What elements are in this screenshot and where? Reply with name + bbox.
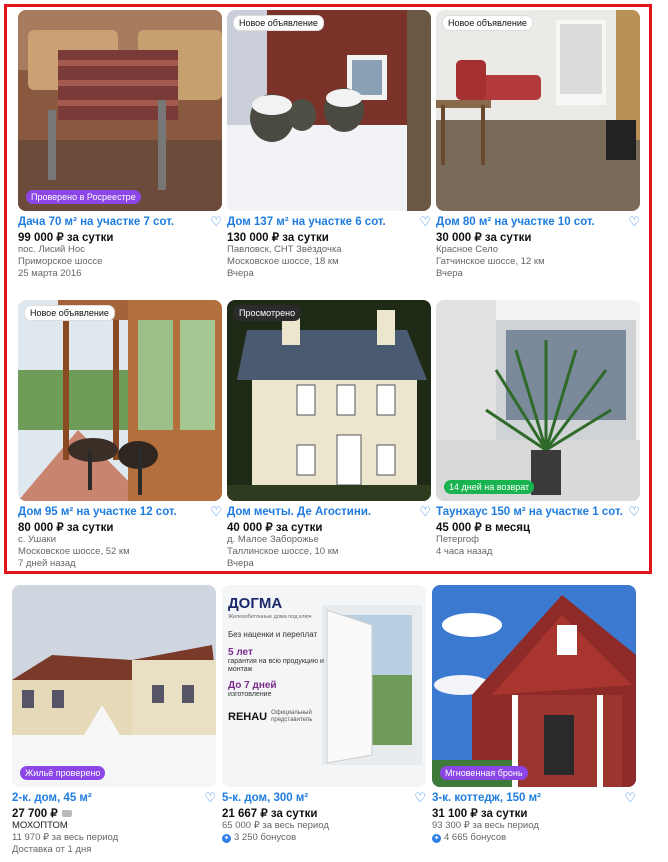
listing-date: 7 дней назад [18,558,76,569]
listing-card[interactable]: Новое объявление Дом 137 м² на участке 6… [227,10,431,280]
viewed-badge: Просмотрено [233,305,302,321]
listing-title[interactable]: Дом 137 м² на участке 6 сот. [227,216,386,228]
bonus-info: ✦ 3 250 бонусов [222,832,297,843]
favorite-heart-icon[interactable]: ♡ [204,791,216,804]
listing-price: 31 100 ₽ за сутки [432,808,528,820]
listing-card[interactable]: 14 дней на возврат Таунхаус 150 м² на уч… [436,300,640,558]
favorite-heart-icon[interactable]: ♡ [624,791,636,804]
listing-location: Петергоф [436,534,479,545]
listing-location: с. Ушаки [18,534,57,545]
listing-price: 130 000 ₽ за сутки [227,232,329,244]
ad-tagline: Железобетонные дома под ключ [228,614,312,620]
listing-photo[interactable]: Новое объявление [227,10,431,211]
listing-card[interactable]: Проверено в Росреестре Дача 70 м² на уча… [18,10,222,280]
total-price: 65 000 ₽ за весь период [222,820,329,831]
listing-card[interactable]: Мгновенная бронь 3-к. коттедж, 150 м² ♡ … [432,585,636,844]
listing-title[interactable]: Таунхаус 150 м² на участке 1 сот. [436,506,623,518]
listing-price: 80 000 ₽ за сутки [18,522,114,534]
listing-location: пос. Лисий Нос [18,244,85,255]
listing-date: 4 часа назад [436,546,493,557]
new-listing-badge: Новое объявление [233,15,324,31]
listing-highway: Таллинское шоссе, 10 км [227,546,339,557]
ad-feature-3-title: До 7 дней [228,680,277,691]
bonus-icon: ✦ [432,833,441,843]
ad-feature-2-text: гарантия на всю продукцию и монтаж [228,658,324,673]
listing-card[interactable]: Жильё проверено 2-к. дом, 45 м² ♡ 27 700… [12,585,216,856]
listing-date: Вчера [227,268,254,279]
listing-photo[interactable]: Проверено в Росреестре [18,10,222,211]
partner-note: Официальный представитель [271,710,313,723]
favorite-heart-icon[interactable]: ♡ [419,505,431,518]
return-policy-badge: 14 дней на возврат [444,480,535,494]
ad-brand-logo: ДОГМА [228,595,283,612]
listing-card[interactable]: Просмотрено Дом мечты. Де Агостини. ♡ 40… [227,300,431,570]
listing-price: 99 000 ₽ за сутки [18,232,114,244]
listing-title[interactable]: 5-к. дом, 300 м² [222,792,308,804]
listing-photo[interactable]: 14 дней на возврат [436,300,640,501]
listing-highway: Приморское шоссе [18,256,103,267]
listing-photo[interactable]: Новое объявление [436,10,640,211]
listing-date: 25 марта 2016 [18,268,82,279]
favorite-heart-icon[interactable]: ♡ [210,505,222,518]
ad-feature-1: Без наценки и переплат [228,630,318,639]
listing-card[interactable]: Новое объявление Дом 95 м² на участке 12… [18,300,222,570]
listing-price: 45 000 ₽ в месяц [436,522,531,534]
verified-badge: Жильё проверено [20,766,106,780]
listing-price: 40 000 ₽ за сутки [227,522,323,534]
listing-highway: Московское шоссе, 52 км [18,546,130,557]
verified-badge: Проверено в Росреестре [26,190,141,204]
seller-name[interactable]: МОХОПТОМ [12,820,216,832]
bonus-icon: ✦ [222,833,231,843]
listing-price: 27 700 ₽ [12,806,216,820]
listing-title[interactable]: Дом 80 м² на участке 10 сот. [436,216,595,228]
listing-photo[interactable]: Жильё проверено [12,585,216,787]
listing-date: Вчера [436,268,463,279]
new-listing-badge: Новое объявление [24,305,115,321]
ad-feature-3-text: изготовление [228,691,272,698]
favorite-heart-icon[interactable]: ♡ [210,215,222,228]
listing-title[interactable]: 3-к. коттедж, 150 м² [432,792,541,804]
listing-location: д. Малое Заборожье [227,534,319,545]
listing-card[interactable]: Новое объявление Дом 80 м² на участке 10… [436,10,640,280]
instant-booking-badge: Мгновенная бронь [440,766,528,780]
listing-price: 21 667 ₽ за сутки [222,808,318,820]
listing-date: Вчера [227,558,254,569]
listing-highway: Московское шоссе, 18 км [227,256,339,267]
listing-title[interactable]: Дом 95 м² на участке 12 сот. [18,506,177,518]
favorite-heart-icon[interactable]: ♡ [414,791,426,804]
listing-location: Красное Село [436,244,499,255]
ad-feature-2-title: 5 лет [228,647,253,658]
favorite-heart-icon[interactable]: ♡ [419,215,431,228]
total-price: 93 300 ₽ за весь период [432,820,539,831]
delivery-info: Доставка от 1 дня [12,844,92,855]
listing-location: Павловск, СНТ Звёздочка [227,244,342,255]
partner-logo: REHAU [228,711,268,723]
bonus-info: ✦ 4 665 бонусов [432,832,507,843]
listing-highway: Гатчинское шоссе, 12 км [436,256,545,267]
listing-photo[interactable]: Просмотрено [227,300,431,501]
total-price: 11 970 ₽ за весь период [12,832,119,843]
favorite-heart-icon[interactable]: ♡ [628,505,640,518]
listing-price: 30 000 ₽ за сутки [436,232,532,244]
listing-title[interactable]: 2-к. дом, 45 м² [12,792,92,804]
ad-banner[interactable]: ДОГМА Железобетонные дома под ключ Без н… [222,585,426,787]
favorite-heart-icon[interactable]: ♡ [628,215,640,228]
new-listing-badge: Новое объявление [442,15,533,31]
listing-photo[interactable]: Мгновенная бронь [432,585,636,787]
listing-title[interactable]: Дом мечты. Де Агостини. [227,506,371,518]
delivery-icon [61,810,72,818]
listing-card[interactable]: ДОГМА Железобетонные дома под ключ Без н… [222,585,426,844]
listing-title[interactable]: Дача 70 м² на участке 7 сот. [18,216,174,228]
listing-photo[interactable]: Новое объявление [18,300,222,501]
